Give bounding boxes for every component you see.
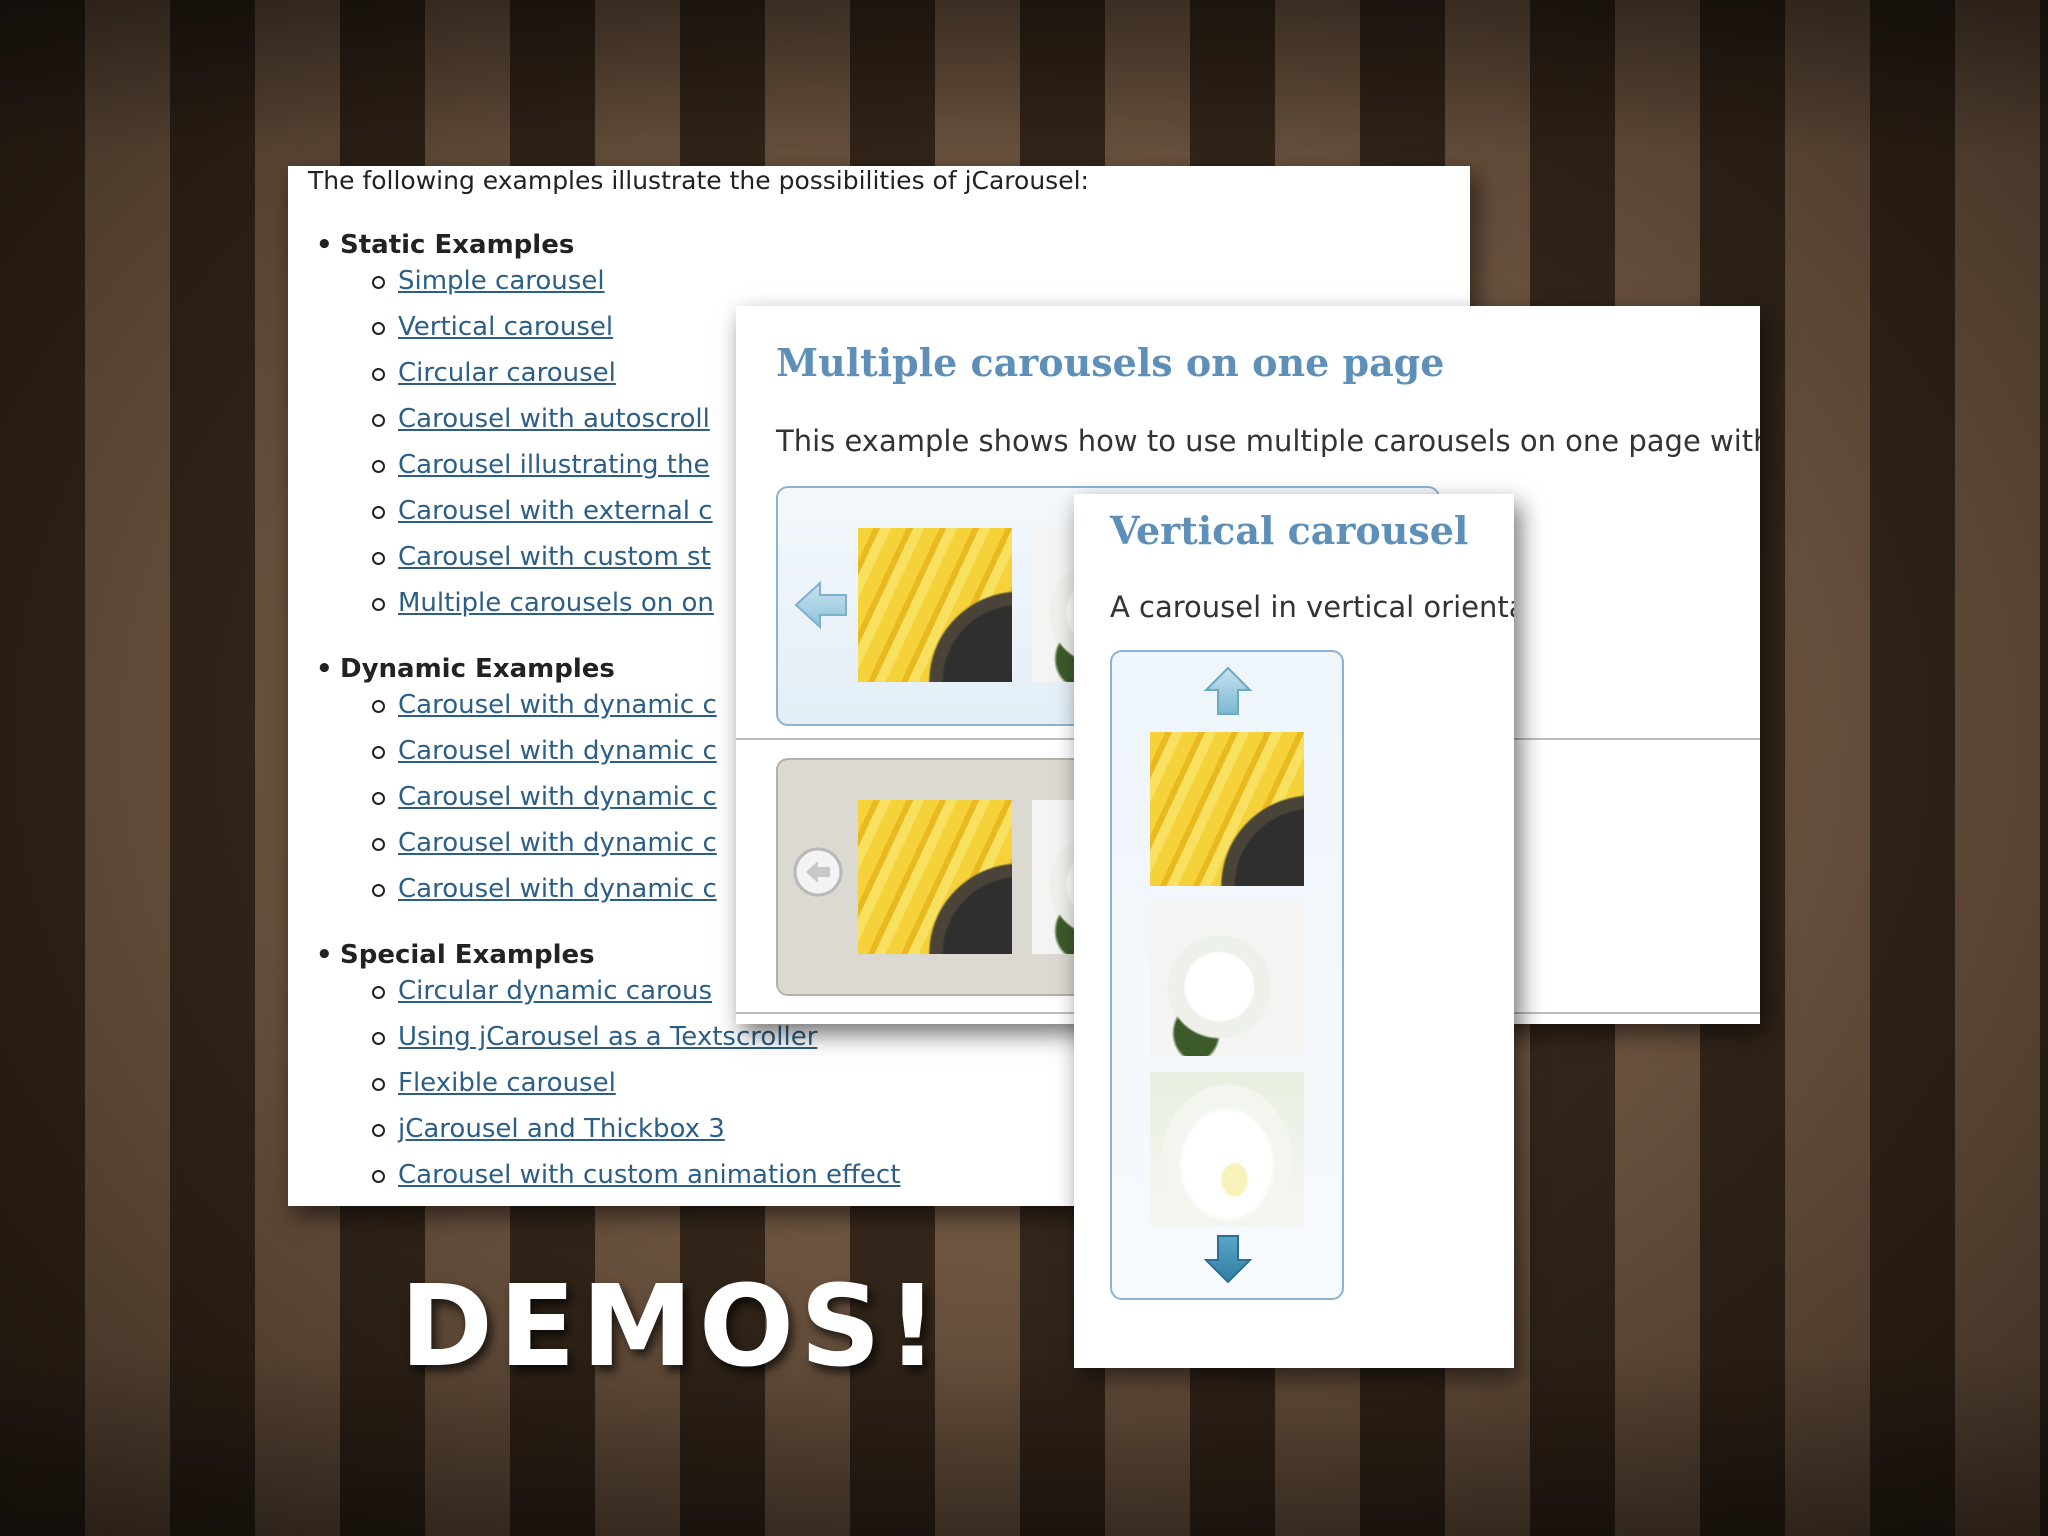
example-link[interactable]: Simple carousel [372, 266, 605, 296]
page-description: A carousel in vertical orienta [1110, 590, 1514, 624]
example-link[interactable]: Carousel with dynamic c [372, 782, 717, 812]
left-arrow-icon[interactable] [794, 580, 848, 630]
up-arrow-icon[interactable] [1204, 666, 1252, 716]
group-heading-special: Special Examples [316, 940, 595, 970]
example-link[interactable]: Circular carousel [372, 358, 616, 388]
example-link[interactable]: Circular dynamic carous [372, 976, 712, 1006]
page-description: This example shows how to use multiple c… [776, 424, 1760, 458]
down-arrow-icon[interactable] [1204, 1234, 1252, 1284]
vertical-carousel-screenshot: Vertical carousel A carousel in vertical… [1074, 494, 1514, 1368]
page-title: Vertical carousel [1110, 508, 1469, 553]
example-link[interactable]: jCarousel and Thickbox 3 [372, 1114, 725, 1144]
white-flower-thumbnail[interactable] [1150, 902, 1304, 1056]
sunflower-thumbnail[interactable] [1150, 732, 1304, 886]
example-link[interactable]: Multiple carousels on on [372, 588, 714, 618]
example-link[interactable]: Carousel with dynamic c [372, 736, 717, 766]
sunflower-thumbnail[interactable] [858, 528, 1012, 682]
group-heading-static: Static Examples [316, 230, 574, 260]
circle-left-arrow-icon[interactable] [792, 846, 844, 898]
example-link[interactable]: Vertical carousel [372, 312, 613, 342]
example-link[interactable]: Carousel with dynamic c [372, 690, 717, 720]
example-link[interactable]: Carousel with dynamic c [372, 828, 717, 858]
example-link[interactable]: Carousel with custom animation effect [372, 1160, 900, 1190]
example-link[interactable]: Flexible carousel [372, 1068, 616, 1098]
sunflower-thumbnail[interactable] [858, 800, 1012, 954]
group-heading-dynamic: Dynamic Examples [316, 654, 615, 684]
example-link[interactable]: Carousel illustrating the [372, 450, 709, 480]
slide-title: DEMOS! [400, 1262, 944, 1392]
lily-thumbnail[interactable] [1150, 1072, 1304, 1226]
example-link[interactable]: Using jCarousel as a Textscroller [372, 1022, 817, 1052]
example-link[interactable]: Carousel with autoscroll [372, 404, 710, 434]
page-title: Multiple carousels on one page [776, 340, 1445, 385]
example-link[interactable]: Carousel with custom st [372, 542, 711, 572]
example-link[interactable]: Carousel with external c [372, 496, 713, 526]
intro-text: The following examples illustrate the po… [308, 166, 1089, 195]
vertical-carousel [1110, 650, 1344, 1300]
example-link[interactable]: Carousel with dynamic c [372, 874, 717, 904]
